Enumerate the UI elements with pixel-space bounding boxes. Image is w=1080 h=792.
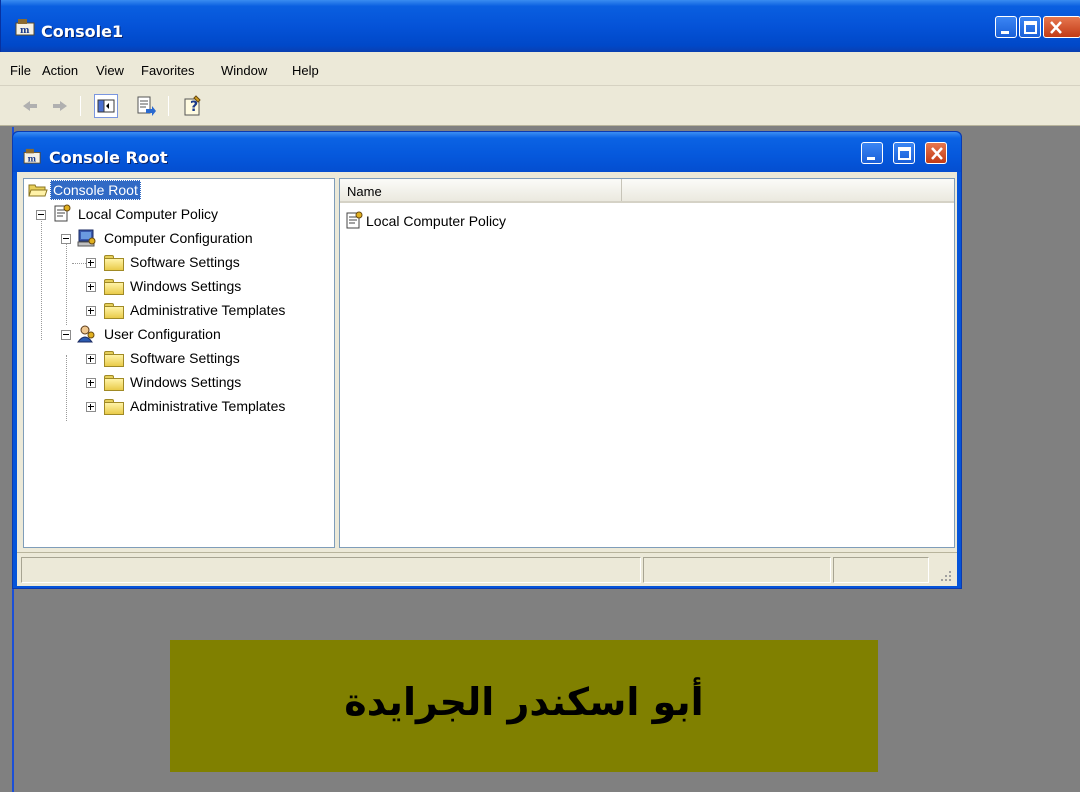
folder-icon — [104, 254, 124, 271]
collapse-toggle[interactable] — [36, 210, 46, 220]
tree-node-computer-configuration[interactable]: Computer Configuration — [76, 227, 255, 249]
child-window-title: Console Root — [49, 148, 168, 167]
close-button[interactable] — [1043, 16, 1080, 38]
policy-scroll-icon — [346, 211, 363, 229]
tree-node-label: Administrative Templates — [130, 398, 286, 414]
status-cell — [643, 557, 831, 583]
child-minimize-button[interactable] — [861, 142, 883, 164]
expand-toggle[interactable] — [86, 306, 96, 316]
status-cell-main — [21, 557, 641, 583]
folder-icon — [104, 302, 124, 319]
computer-config-icon — [77, 229, 96, 247]
author-banner: أبو اسكندر الجرايدة — [170, 640, 878, 772]
child-title-bar[interactable]: m Console Root — [13, 132, 961, 172]
minimize-icon — [867, 157, 875, 160]
menu-help[interactable]: Help — [292, 63, 319, 78]
show-hide-tree-icon — [97, 99, 115, 113]
tree-node-windows-settings[interactable]: Windows Settings — [104, 371, 243, 393]
user-config-icon — [77, 325, 95, 343]
toolbar-separator — [80, 96, 81, 116]
list-item-local-computer-policy[interactable]: Local Computer Policy — [344, 211, 506, 231]
result-list[interactable]: Name Local Computer Policy — [339, 178, 955, 548]
tree-node-label: Console Root — [50, 180, 141, 200]
toolbar-separator — [168, 96, 169, 116]
show-hide-tree-button[interactable] — [94, 94, 118, 118]
console-tree[interactable]: Console Root Local Computer Policy Compu… — [23, 178, 335, 548]
column-header-empty[interactable] — [622, 179, 954, 201]
open-folder-icon — [28, 184, 48, 197]
child-close-button[interactable] — [925, 142, 947, 164]
list-item-label: Local Computer Policy — [366, 213, 507, 229]
tree-node-label: Computer Configuration — [104, 230, 253, 246]
tree-node-console-root[interactable]: Console Root — [28, 179, 141, 201]
tree-node-label: Software Settings — [130, 254, 240, 270]
mmc-main-window: m Console1 File Action View Favorites Wi… — [0, 0, 1080, 792]
close-icon — [931, 147, 943, 160]
tree-node-windows-settings[interactable]: Windows Settings — [104, 275, 243, 297]
resize-grip-icon[interactable] — [937, 567, 953, 583]
forward-arrow-icon[interactable] — [48, 94, 72, 118]
tree-node-label: Local Computer Policy — [78, 206, 219, 222]
menu-window[interactable]: Window — [221, 63, 267, 78]
expand-toggle[interactable] — [86, 354, 96, 364]
expand-toggle[interactable] — [86, 402, 96, 412]
tree-node-label: Windows Settings — [130, 374, 242, 390]
back-arrow-icon[interactable] — [18, 94, 42, 118]
tree-node-label: Administrative Templates — [130, 302, 286, 318]
folder-icon — [104, 278, 124, 295]
toolbar: ? — [0, 86, 1080, 126]
console-root-window: m Console Root Console Root Local Comput… — [12, 131, 962, 589]
banner-text: أبو اسكندر الجرايدة — [344, 680, 704, 724]
svg-text:m: m — [20, 26, 30, 36]
minimize-button[interactable] — [995, 16, 1017, 38]
minimize-icon — [1001, 31, 1009, 34]
tree-node-software-settings[interactable]: Software Settings — [104, 347, 242, 369]
tree-node-label: User Configuration — [104, 326, 221, 342]
tree-connector — [41, 211, 42, 340]
menu-file[interactable]: File — [10, 63, 31, 78]
tree-node-software-settings[interactable]: Software Settings — [104, 251, 242, 273]
policy-scroll-icon — [54, 204, 71, 222]
expand-toggle[interactable] — [86, 378, 96, 388]
list-header: Name — [340, 179, 954, 203]
child-maximize-button[interactable] — [893, 142, 915, 164]
folder-icon — [104, 398, 124, 415]
collapse-toggle[interactable] — [61, 330, 71, 340]
tree-connector — [66, 355, 67, 421]
mmc-console-icon: m — [15, 19, 35, 36]
tree-connector — [66, 235, 67, 325]
menu-action[interactable]: Action — [42, 63, 78, 78]
status-cell — [833, 557, 929, 583]
help-icon[interactable]: ? — [182, 94, 206, 118]
maximize-icon — [898, 147, 911, 160]
expand-toggle[interactable] — [86, 258, 96, 268]
expand-toggle[interactable] — [86, 282, 96, 292]
svg-text:m: m — [28, 153, 37, 163]
column-header-name[interactable]: Name — [340, 179, 622, 201]
collapse-toggle[interactable] — [61, 234, 71, 244]
tree-node-administrative-templates[interactable]: Administrative Templates — [104, 299, 287, 321]
window-title: Console1 — [41, 22, 124, 41]
tree-node-local-computer-policy[interactable]: Local Computer Policy — [52, 203, 220, 225]
child-window-body: Console Root Local Computer Policy Compu… — [17, 172, 957, 586]
status-bar — [17, 552, 957, 586]
export-list-icon[interactable] — [134, 94, 158, 118]
folder-icon — [104, 374, 124, 391]
tree-node-administrative-templates[interactable]: Administrative Templates — [104, 395, 287, 417]
mmc-console-icon: m — [23, 148, 41, 164]
folder-icon — [104, 350, 124, 367]
tree-node-user-configuration[interactable]: User Configuration — [76, 323, 223, 345]
menu-favorites[interactable]: Favorites — [141, 63, 194, 78]
title-bar[interactable]: m Console1 — [0, 0, 1080, 52]
tree-node-label: Windows Settings — [130, 278, 242, 294]
maximize-icon — [1024, 21, 1037, 34]
close-icon — [1050, 21, 1062, 34]
menu-bar: File Action View Favorites Window Help — [0, 52, 1080, 86]
maximize-button[interactable] — [1019, 16, 1041, 38]
tree-node-label: Software Settings — [130, 350, 240, 366]
menu-view[interactable]: View — [96, 63, 124, 78]
